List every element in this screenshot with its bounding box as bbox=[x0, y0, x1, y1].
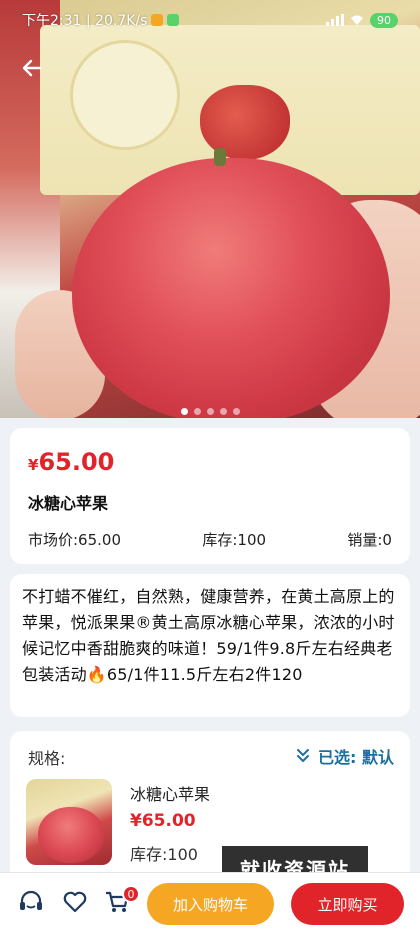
carousel-dot[interactable] bbox=[232, 408, 240, 415]
box-printed-apple bbox=[200, 85, 290, 160]
add-to-cart-button[interactable]: 加入购物车 bbox=[147, 883, 274, 925]
buy-now-button[interactable]: 立即购买 bbox=[291, 883, 404, 925]
status-time: 下午2:31 | 20.7K/s bbox=[22, 13, 148, 29]
box-logo bbox=[70, 40, 180, 150]
spec-selected-value: 已选: 默认 bbox=[318, 748, 394, 767]
double-chevron-down-icon bbox=[297, 749, 310, 763]
carousel-dot[interactable] bbox=[193, 408, 201, 415]
carousel-dot[interactable] bbox=[219, 408, 227, 415]
product-title: 冰糖心苹果 bbox=[28, 494, 109, 513]
status-bar: 下午2:31 | 20.7K/s 90 bbox=[0, 0, 420, 40]
customer-service-icon[interactable] bbox=[18, 889, 44, 915]
cart-count-badge: 0 bbox=[122, 885, 140, 903]
carousel-indicator bbox=[0, 408, 420, 415]
currency-symbol: ¥ bbox=[28, 456, 39, 474]
stock-count: 库存:100 bbox=[202, 531, 267, 549]
battery-indicator: 90 bbox=[370, 12, 398, 28]
notification-icon bbox=[151, 14, 164, 26]
sales-count: 销量:0 bbox=[347, 531, 392, 549]
spec-thumbnail[interactable] bbox=[26, 779, 112, 865]
carousel-dot[interactable] bbox=[180, 408, 188, 415]
bottom-action-bar: 0 加入购物车 立即购买 bbox=[0, 872, 420, 933]
thumbnail-apple bbox=[38, 807, 104, 863]
product-meta: 市场价:65.00 库存:100 销量:0 bbox=[28, 529, 392, 550]
favorite-heart-icon[interactable] bbox=[62, 889, 88, 915]
product-price: ¥65.00 bbox=[28, 448, 114, 476]
apple-stem bbox=[214, 148, 226, 166]
spec-label: 规格: bbox=[28, 749, 66, 768]
market-price: 市场价:65.00 bbox=[28, 531, 121, 549]
price-value: 65.00 bbox=[38, 448, 115, 476]
apple-photo bbox=[72, 158, 390, 418]
wifi-icon bbox=[351, 15, 363, 25]
signal-icon bbox=[326, 14, 344, 26]
spec-item-price: ¥65.00 bbox=[130, 811, 196, 831]
spec-item-stock: 库存:100 bbox=[130, 845, 198, 864]
product-image-carousel[interactable]: 下午2:31 | 20.7K/s 90 bbox=[0, 0, 420, 418]
description-card: 不打蜡不催红，自然熟，健康营养，在黄土高原上的苹果，悦派果果®黄土高原冰糖心苹果… bbox=[10, 574, 410, 717]
back-arrow-icon[interactable] bbox=[20, 56, 44, 80]
spec-selector[interactable]: 已选: 默认 bbox=[296, 744, 394, 768]
app-notification-icon bbox=[167, 14, 180, 26]
price-card: ¥65.00 冰糖心苹果 市场价:65.00 库存:100 销量:0 bbox=[10, 428, 410, 564]
product-description: 不打蜡不催红，自然熟，健康营养，在黄土高原上的苹果，悦派果果®黄土高原冰糖心苹果… bbox=[22, 587, 395, 684]
carousel-dot[interactable] bbox=[206, 408, 214, 415]
spec-item-name: 冰糖心苹果 bbox=[130, 785, 211, 804]
